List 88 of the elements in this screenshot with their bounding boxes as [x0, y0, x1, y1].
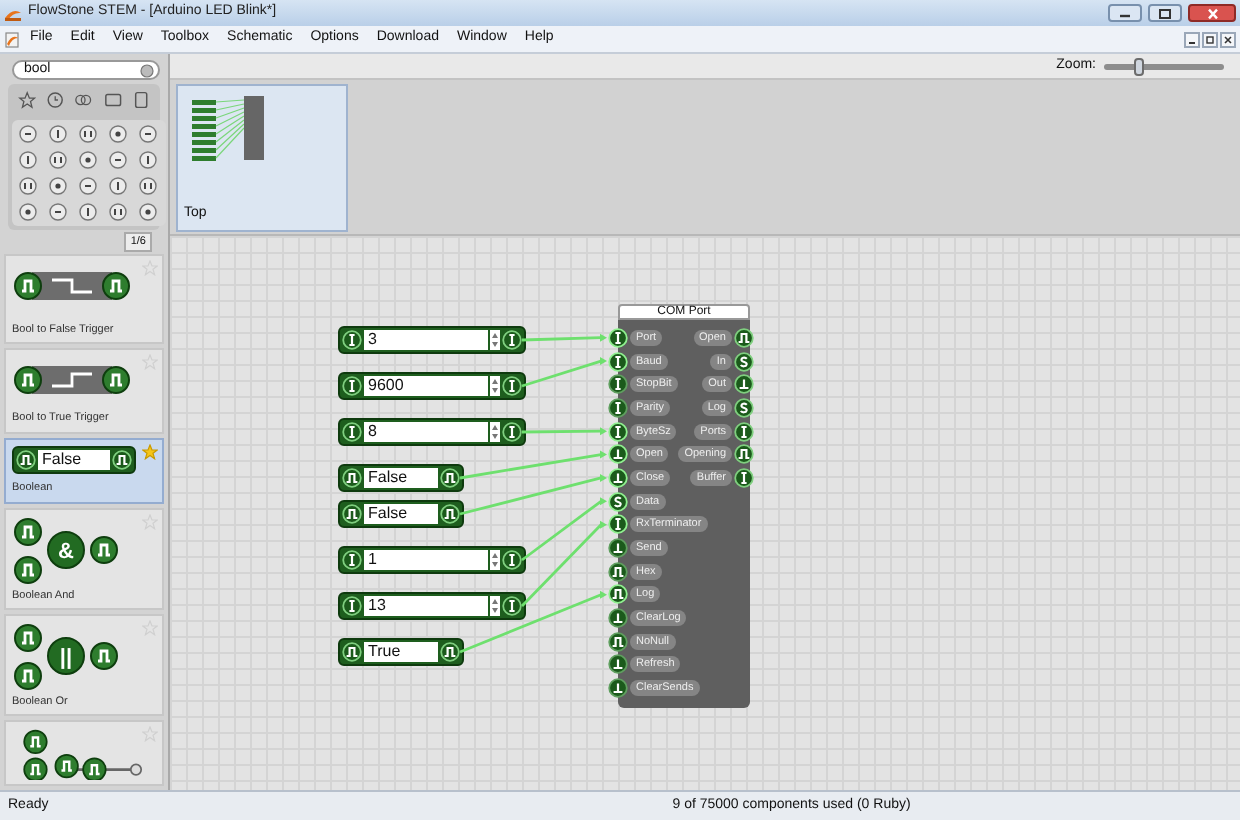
pulse-pin-icon[interactable]	[342, 504, 362, 524]
int-pin-icon[interactable]	[608, 374, 628, 395]
int-pin-icon[interactable]	[342, 550, 362, 570]
close-icon	[1205, 7, 1219, 19]
int-pin-icon[interactable]	[502, 330, 522, 350]
category-icon[interactable]	[108, 176, 128, 196]
string-pin-icon[interactable]	[608, 491, 628, 512]
maximize-icon	[1158, 7, 1172, 19]
component-tile[interactable]	[4, 720, 164, 787]
category-icon[interactable]	[138, 150, 158, 170]
restore-icon	[1204, 33, 1216, 45]
category-icon[interactable]	[138, 202, 158, 222]
pulse-pin-icon[interactable]	[734, 327, 754, 348]
close-icon	[1222, 33, 1234, 45]
spinner-icon[interactable]	[490, 596, 500, 616]
slider-thumb[interactable]	[1134, 57, 1144, 75]
category-icon[interactable]	[48, 202, 68, 222]
value-field[interactable]: 8	[364, 422, 488, 442]
pulse-pin-icon[interactable]	[608, 631, 628, 652]
maximize-button[interactable]	[1148, 4, 1182, 22]
category-icon[interactable]	[78, 202, 98, 222]
star-icon[interactable]	[142, 443, 158, 460]
value-field[interactable]: True	[364, 642, 438, 662]
string-pin-icon[interactable]	[734, 397, 754, 418]
trigger-pin-icon[interactable]	[608, 678, 628, 699]
category-icon[interactable]	[18, 150, 38, 170]
value-field[interactable]: 9600	[364, 376, 488, 396]
wire[interactable]	[459, 590, 607, 654]
trigger-pin-icon[interactable]	[608, 654, 628, 675]
pulse-pin-icon[interactable]	[16, 449, 36, 470]
close-button[interactable]	[1220, 31, 1236, 47]
trigger-pin-icon[interactable]	[734, 374, 754, 395]
int-pin-icon[interactable]	[608, 397, 628, 418]
category-icon[interactable]	[18, 176, 38, 196]
category-icon[interactable]	[138, 176, 158, 196]
pulse-pin-icon[interactable]	[112, 449, 132, 470]
int-pin-icon[interactable]	[342, 596, 362, 616]
int-pin-icon[interactable]	[502, 550, 522, 570]
category-icon[interactable]	[48, 150, 68, 170]
spinner-icon[interactable]	[490, 330, 500, 350]
pulse-pin-icon[interactable]	[440, 468, 460, 488]
spinner-icon[interactable]	[490, 376, 500, 396]
int-pin-icon[interactable]	[502, 596, 522, 616]
value-field[interactable]: 3	[364, 330, 488, 350]
minimize-button[interactable]	[1108, 4, 1142, 22]
pulse-pin-icon[interactable]	[440, 642, 460, 662]
filter-icon[interactable]	[18, 90, 37, 110]
component-drawing: &	[12, 515, 124, 588]
category-icon[interactable]	[78, 124, 98, 144]
category-icon[interactable]	[108, 150, 128, 170]
pulse-pin-icon[interactable]	[734, 444, 754, 465]
pulse-pin-icon[interactable]	[342, 642, 362, 662]
close-button[interactable]	[1188, 4, 1236, 22]
pulse-pin-icon[interactable]	[342, 468, 362, 488]
component-drawing: ||	[12, 621, 124, 694]
category-icon[interactable]	[78, 176, 98, 196]
spinner-icon[interactable]	[490, 550, 500, 570]
category-icon[interactable]	[108, 202, 128, 222]
trigger-pin-icon[interactable]	[608, 608, 628, 629]
string-pin-icon[interactable]	[734, 351, 754, 372]
spinner-icon[interactable]	[490, 422, 500, 442]
int-pin-icon[interactable]	[734, 467, 754, 488]
value-field[interactable]: False	[364, 468, 438, 488]
wire[interactable]	[522, 427, 607, 436]
category-icon[interactable]	[18, 124, 38, 144]
int-pin-icon[interactable]	[734, 421, 754, 442]
wire[interactable]	[521, 333, 607, 342]
category-icon[interactable]	[48, 124, 68, 144]
int-pin-icon[interactable]	[342, 376, 362, 396]
restore-button[interactable]	[1202, 31, 1218, 47]
pulse-pin-icon[interactable]	[440, 504, 460, 524]
pulse-pin-icon[interactable]	[608, 561, 628, 582]
clear-icon[interactable]	[140, 63, 154, 77]
category-icon[interactable]	[138, 124, 158, 144]
value-field[interactable]: False	[364, 504, 438, 524]
value-field[interactable]: 1	[364, 550, 488, 570]
app-logo-icon	[4, 5, 22, 21]
minimize-button[interactable]	[1184, 31, 1200, 47]
value-field[interactable]: 13	[364, 596, 488, 616]
star-icon[interactable]	[142, 513, 158, 530]
int-pin-icon[interactable]	[502, 422, 522, 442]
filter-icon[interactable]	[46, 90, 65, 110]
star-icon[interactable]	[142, 619, 158, 636]
int-pin-icon[interactable]	[342, 422, 362, 442]
value-field: False	[38, 449, 110, 470]
int-pin-icon[interactable]	[342, 330, 362, 350]
int-pin-icon[interactable]	[502, 376, 522, 396]
trigger-pin-icon[interactable]	[608, 538, 628, 559]
